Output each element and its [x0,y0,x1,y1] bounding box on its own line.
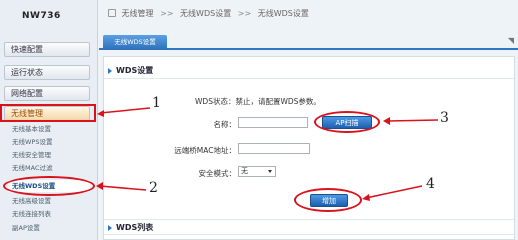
arrow-head-1 [97,110,104,117]
callout-number-1: 1 [152,95,161,111]
arrow-line-2 [99,185,147,191]
arrow-head-2 [96,182,103,190]
callout-number-3: 3 [440,110,449,126]
callout-number-4: 4 [426,176,435,192]
arrow-line-4 [365,185,423,199]
callout-number-2: 2 [149,180,158,196]
arrow-head-3 [383,117,390,125]
arrow-line-3 [387,119,439,122]
arrow-head-4 [362,194,370,201]
arrow-line-1 [99,107,151,114]
